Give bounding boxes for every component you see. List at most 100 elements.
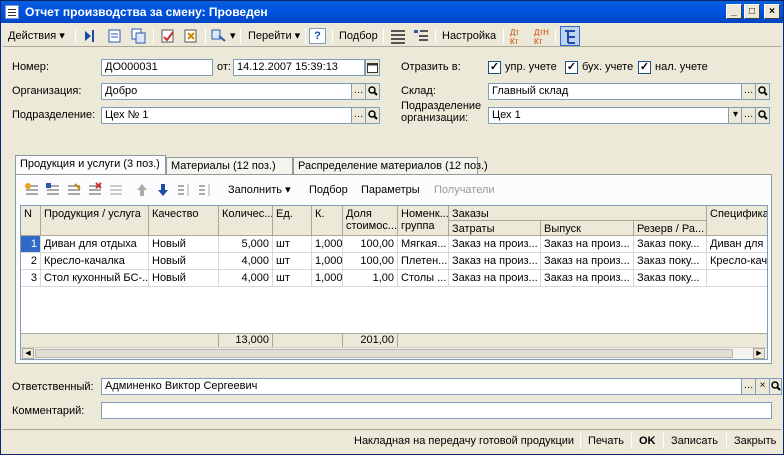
org-department-open-button[interactable]: [755, 107, 770, 124]
buh-checkbox[interactable]: ✓: [565, 61, 578, 74]
goto-menu[interactable]: Перейти ▾: [245, 26, 303, 46]
dt-kt-button[interactable]: Дт Кт: [507, 26, 529, 46]
upr-checkbox[interactable]: ✓: [488, 61, 501, 74]
col-header-output[interactable]: Выпуск: [541, 221, 634, 236]
back-icon[interactable]: [82, 28, 98, 44]
dt-n-kt-button[interactable]: ДтН Кт: [531, 26, 555, 46]
cell-costs-order[interactable]: Заказ на произ...: [449, 270, 541, 287]
cell-k[interactable]: 1,000: [312, 236, 343, 253]
responsible-select-button[interactable]: …: [741, 378, 756, 395]
print-button[interactable]: Печать: [585, 432, 627, 450]
calendar-button[interactable]: [365, 59, 380, 76]
sort-descending-icon[interactable]: [197, 182, 213, 198]
close-window-button[interactable]: ×: [764, 4, 780, 19]
cell-k[interactable]: 1,000: [312, 253, 343, 270]
cell-quantity[interactable]: 4,000: [219, 270, 273, 287]
tree-list-icon[interactable]: [413, 28, 429, 44]
cell-cost-share[interactable]: 100,00: [343, 236, 398, 253]
col-header-costs[interactable]: Затраты: [449, 221, 541, 236]
minimize-button[interactable]: _: [726, 4, 742, 19]
cell-reserve[interactable]: Заказ поку...: [634, 253, 707, 270]
warehouse-open-button[interactable]: [755, 83, 770, 100]
scroll-left-button[interactable]: ◀: [22, 348, 34, 359]
col-header-quality[interactable]: Качество: [149, 206, 219, 236]
structure-icon[interactable]: [211, 28, 227, 44]
comment-field[interactable]: [101, 402, 772, 419]
cell-reserve[interactable]: Заказ поку...: [634, 270, 707, 287]
copy-record-icon[interactable]: [131, 28, 147, 44]
copy-row-icon[interactable]: [45, 182, 61, 198]
cell-cost-share[interactable]: 1,00: [343, 270, 398, 287]
organization-select-button[interactable]: …: [351, 83, 366, 100]
col-header-specification[interactable]: Специфика...: [707, 206, 767, 236]
cell-output-order[interactable]: Заказ на произ...: [541, 270, 634, 287]
scroll-right-button[interactable]: ▶: [753, 348, 765, 359]
actions-menu[interactable]: Действия ▾: [5, 26, 68, 46]
products-table[interactable]: N Продукция / услуга Качество Количес...…: [20, 205, 768, 360]
cell-unit[interactable]: шт: [273, 253, 312, 270]
cell-output-order[interactable]: Заказ на произ...: [541, 236, 634, 253]
organization-field[interactable]: Добро: [101, 83, 352, 100]
department-open-button[interactable]: [365, 107, 380, 124]
help-button[interactable]: ?: [309, 28, 326, 44]
fill-menu[interactable]: Заполнить ▾: [225, 180, 294, 200]
edit-copy-icon[interactable]: [107, 28, 123, 44]
cell-nomenclature-group[interactable]: Мягкая...: [398, 236, 449, 253]
department-field[interactable]: Цех № 1: [101, 107, 352, 124]
invoice-button[interactable]: Накладная на передачу готовой продукции: [351, 432, 577, 450]
cell-reserve[interactable]: Заказ поку...: [634, 236, 707, 253]
cell-n[interactable]: 3: [21, 270, 41, 287]
cell-quantity[interactable]: 4,000: [219, 253, 273, 270]
number-field[interactable]: ДО000031: [101, 59, 213, 76]
tab-materials-distribution[interactable]: Распределение материалов (12 поз.): [293, 157, 488, 175]
warehouse-field[interactable]: Главный склад: [488, 83, 742, 100]
warehouse-select-button[interactable]: …: [741, 83, 756, 100]
responsible-open-button[interactable]: [769, 378, 782, 395]
cell-product[interactable]: Диван для отдыха: [41, 236, 149, 253]
col-header-unit[interactable]: Ед.: [273, 206, 312, 236]
cell-unit[interactable]: шт: [273, 236, 312, 253]
organization-open-button[interactable]: [365, 83, 380, 100]
nal-checkbox[interactable]: ✓: [638, 61, 651, 74]
cell-n[interactable]: 2: [21, 253, 41, 270]
tab-products[interactable]: Продукция и услуги (3 поз.): [15, 155, 166, 176]
responsible-clear-button[interactable]: ×: [755, 378, 770, 395]
cell-costs-order[interactable]: Заказ на произ...: [449, 253, 541, 270]
list-icon[interactable]: [390, 28, 406, 44]
unpost-document-icon[interactable]: [183, 28, 199, 44]
post-document-icon[interactable]: [160, 28, 176, 44]
move-up-icon[interactable]: [134, 182, 150, 198]
cell-output-order[interactable]: Заказ на произ...: [541, 253, 634, 270]
sort-ascending-icon[interactable]: [176, 182, 192, 198]
cell-quality[interactable]: Новый: [149, 236, 219, 253]
col-header-orders[interactable]: Заказы: [449, 206, 707, 221]
cell-quantity[interactable]: 5,000: [219, 236, 273, 253]
org-department-field[interactable]: Цех 1: [488, 107, 729, 124]
cell-specification[interactable]: Кресло-кач: [707, 253, 767, 270]
ok-button[interactable]: OK: [636, 432, 659, 450]
col-header-product[interactable]: Продукция / услуга: [41, 206, 149, 236]
save-button[interactable]: Записать: [668, 432, 721, 450]
cell-nomenclature-group[interactable]: Столы ...: [398, 270, 449, 287]
col-header-nomenclature-group[interactable]: Номенк... группа: [398, 206, 449, 236]
department-select-button[interactable]: …: [351, 107, 366, 124]
end-editing-icon[interactable]: [108, 182, 124, 198]
structure-dropdown[interactable]: ▾: [227, 26, 239, 46]
cell-quality[interactable]: Новый: [149, 270, 219, 287]
cell-k[interactable]: 1,000: [312, 270, 343, 287]
col-header-k[interactable]: К.: [312, 206, 343, 236]
cell-specification[interactable]: Диван для: [707, 236, 767, 253]
col-header-reserve[interactable]: Резерв / Ра...: [634, 221, 707, 236]
cell-cost-share[interactable]: 100,00: [343, 253, 398, 270]
edit-row-icon[interactable]: [66, 182, 82, 198]
tab-materials[interactable]: Материалы (12 поз.): [166, 157, 293, 175]
cell-product[interactable]: Кресло-качалка: [41, 253, 149, 270]
cell-unit[interactable]: шт: [273, 270, 312, 287]
select-button[interactable]: Подбор: [336, 26, 381, 46]
date-field[interactable]: 14.12.2007 15:39:13: [233, 59, 365, 76]
maximize-button[interactable]: □: [744, 4, 760, 19]
move-down-icon[interactable]: [155, 182, 171, 198]
responsible-field[interactable]: Админенко Виктор Сергеевич: [101, 378, 742, 395]
col-header-n[interactable]: N: [21, 206, 41, 236]
cell-costs-order[interactable]: Заказ на произ...: [449, 236, 541, 253]
